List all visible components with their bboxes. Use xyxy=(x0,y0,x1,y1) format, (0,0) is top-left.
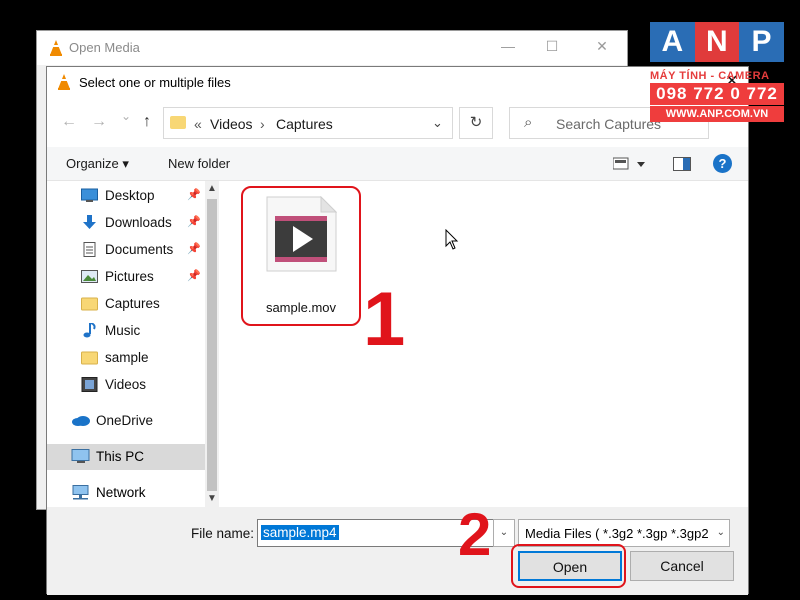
sidebar-item-onedrive[interactable]: OneDrive xyxy=(47,408,205,434)
sidebar-item-label: This PC xyxy=(96,449,145,464)
downloads-icon xyxy=(81,215,98,230)
pin-icon: 📌 xyxy=(187,189,201,201)
file-list: sample.mov xyxy=(219,181,750,511)
sidebar-item-label: Desktop xyxy=(105,188,155,203)
file-type-select[interactable]: Media Files ( *.3g2 *.3gp *.3gp2 ⌄ xyxy=(518,519,730,547)
new-folder-button[interactable]: New folder xyxy=(168,156,230,171)
file-name-value[interactable]: sample.mp4 xyxy=(261,525,339,540)
sidebar-item-downloads[interactable]: Downloads 📌 xyxy=(47,210,205,236)
scroll-down-icon[interactable]: ▼ xyxy=(205,493,219,504)
folder-icon xyxy=(170,116,186,129)
background-window-title: Open Media xyxy=(69,40,140,55)
sidebar-item-label: Videos xyxy=(105,377,147,392)
navigation-scrollbar[interactable]: ▲ ▼ xyxy=(205,181,219,511)
sidebar-item-documents[interactable]: Documents 📌 xyxy=(47,237,205,263)
sidebar-item-desktop[interactable]: Desktop 📌 xyxy=(47,183,205,209)
logo-letter-p: P xyxy=(739,22,784,62)
sidebar-item-label: Music xyxy=(105,323,141,338)
logo-letter-a: A xyxy=(650,22,695,62)
cancel-button[interactable]: Cancel xyxy=(630,551,734,581)
music-icon xyxy=(81,322,98,338)
back-arrow-icon[interactable]: ← xyxy=(61,113,77,131)
organize-button[interactable]: Organize ▾ xyxy=(66,156,129,172)
anp-logo: A N P MÁY TÍNH - CAMERA 098 772 0 772 WW… xyxy=(650,22,784,122)
dialog-footer: File name: sample.mp4 ⌄ Media Files ( *.… xyxy=(47,507,748,595)
refresh-button[interactable]: ↻ xyxy=(459,107,493,139)
step-number-2: 2 xyxy=(458,501,492,568)
vlc-cone-icon xyxy=(49,40,63,61)
pictures-icon xyxy=(81,269,98,284)
video-file-icon xyxy=(265,195,338,272)
mouse-pointer-icon xyxy=(445,228,459,256)
recent-dropdown-icon[interactable]: ⌄ xyxy=(121,109,131,123)
pin-icon: 📌 xyxy=(187,270,201,282)
logo-tagline: MÁY TÍNH - CAMERA xyxy=(650,70,770,82)
breadcrumb-captures[interactable]: Captures xyxy=(276,116,333,132)
sidebar-item-captures[interactable]: Captures xyxy=(47,291,205,317)
sidebar-item-music[interactable]: Music xyxy=(47,318,205,344)
pin-icon: 📌 xyxy=(187,243,201,255)
sidebar-item-pictures[interactable]: Pictures 📌 xyxy=(47,264,205,290)
minimize-button[interactable]: — xyxy=(495,38,521,54)
background-titlebar: Open Media — ☐ ✕ xyxy=(37,31,627,65)
background-close-button[interactable]: ✕ xyxy=(589,38,615,55)
desktop-icon xyxy=(81,188,98,203)
folder-icon xyxy=(81,296,98,311)
navigation-bar: ← → ⌄ ↑ « Videos › Captures ⌄ ↻ ⌕ Search… xyxy=(47,103,748,143)
onedrive-icon xyxy=(71,413,90,428)
command-bar: Organize ▾ New folder ? xyxy=(47,147,748,181)
logo-letter-n: N xyxy=(694,22,740,62)
logo-website: WWW.ANP.COM.VN xyxy=(650,106,784,122)
file-name-label: File name: xyxy=(191,526,255,541)
chevron-down-icon: ⌄ xyxy=(716,527,725,538)
breadcrumb-separator: › xyxy=(260,116,265,132)
videos-icon xyxy=(81,377,98,392)
file-type-value: Media Files ( *.3g2 *.3gp *.3gp2 xyxy=(525,526,709,541)
pin-icon: 📌 xyxy=(187,216,201,228)
folder-icon xyxy=(81,350,98,365)
vlc-cone-icon xyxy=(57,74,71,95)
preview-pane-icon[interactable] xyxy=(673,157,691,176)
forward-arrow-icon[interactable]: → xyxy=(91,113,107,131)
scroll-up-icon[interactable]: ▲ xyxy=(205,183,219,194)
network-icon xyxy=(71,485,91,505)
logo-phone: 098 772 0 772 xyxy=(650,83,784,105)
open-button[interactable]: Open xyxy=(518,551,622,581)
file-name-dropdown-icon[interactable]: ⌄ xyxy=(493,519,515,547)
dialog-title: Select one or multiple files xyxy=(79,75,231,90)
sidebar-item-sample[interactable]: sample xyxy=(47,345,205,371)
up-arrow-icon[interactable]: ↑ xyxy=(143,113,151,131)
sidebar-item-label: Captures xyxy=(105,296,160,311)
scrollbar-thumb[interactable] xyxy=(207,199,217,491)
address-bar[interactable]: « Videos › Captures ⌄ xyxy=(163,107,453,139)
sidebar-item-label: Network xyxy=(96,485,146,500)
step-number-1: 1 xyxy=(363,277,406,362)
documents-icon xyxy=(81,242,98,257)
file-item-sample-mov[interactable]: sample.mov xyxy=(241,186,361,326)
sidebar-item-videos[interactable]: Videos xyxy=(47,372,205,398)
pc-icon xyxy=(71,449,91,469)
search-icon: ⌕ xyxy=(524,114,533,131)
maximize-button[interactable]: ☐ xyxy=(539,38,565,55)
address-dropdown-icon[interactable]: ⌄ xyxy=(432,115,443,131)
change-view-icon[interactable] xyxy=(612,157,647,176)
help-icon[interactable]: ? xyxy=(713,154,732,173)
sidebar-item-label: Pictures xyxy=(105,269,154,284)
sidebar-item-label: Documents xyxy=(105,242,174,257)
dialog-titlebar: Select one or multiple files ✕ xyxy=(47,67,748,99)
sidebar-item-network[interactable]: Network xyxy=(47,480,205,506)
search-input[interactable]: Search Captures xyxy=(556,116,661,132)
file-name: sample.mov xyxy=(265,300,337,315)
breadcrumb-videos[interactable]: Videos xyxy=(210,116,253,132)
sidebar-item-label: sample xyxy=(105,350,149,365)
sidebar-item-label: Downloads xyxy=(105,215,172,230)
sidebar-item-label: OneDrive xyxy=(96,413,154,428)
sidebar-item-this-pc[interactable]: This PC xyxy=(47,444,205,470)
breadcrumb-overflow[interactable]: « xyxy=(194,116,202,132)
